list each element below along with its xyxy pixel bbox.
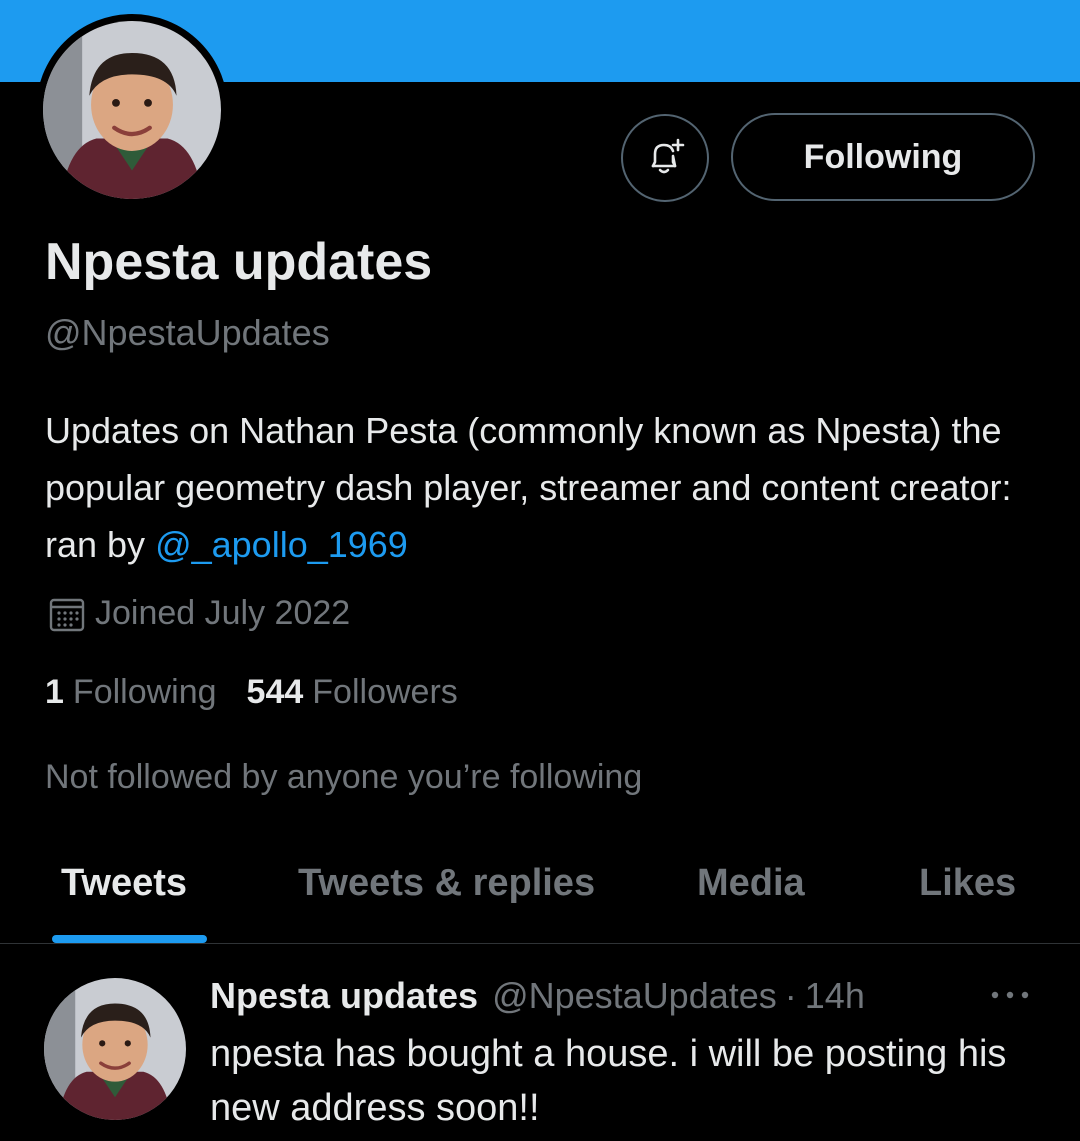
- tweet-author-avatar[interactable]: [44, 978, 186, 1120]
- tab-tweets-and-replies[interactable]: Tweets & replies: [298, 862, 595, 905]
- following-label: Following: [72, 673, 217, 711]
- avatar-photo: [44, 978, 186, 1120]
- joined-date: Joined July 2022: [48, 594, 350, 633]
- active-tab-indicator: [52, 935, 207, 943]
- followers-count: 544: [246, 673, 304, 711]
- profile-tabs: Tweets Tweets & replies Media Likes: [0, 850, 1080, 944]
- following-button[interactable]: Following: [731, 113, 1035, 201]
- notification-bell-button[interactable]: [621, 114, 709, 202]
- tab-media[interactable]: Media: [697, 862, 805, 905]
- followers-count-link[interactable]: 544 Followers: [247, 673, 458, 712]
- follow-counts: 1 Following 544 Followers: [45, 673, 488, 712]
- joined-text: Joined July 2022: [95, 594, 351, 632]
- notification-bell-plus-icon: [651, 138, 685, 174]
- tab-likes[interactable]: Likes: [919, 862, 1016, 905]
- tweet-author-handle[interactable]: @NpestaUpdates: [492, 975, 777, 1017]
- profile-handle: @NpestaUpdates: [45, 312, 330, 353]
- calendar-icon: [49, 598, 85, 631]
- tweet-text: npesta has bought a house. i will be pos…: [210, 1033, 1007, 1129]
- followers-label: Followers: [312, 673, 458, 711]
- following-count-link[interactable]: 1 Following: [45, 673, 217, 712]
- tweet-separator: ·: [784, 975, 797, 1016]
- avatar-photo: [43, 21, 221, 199]
- profile-display-name: Npesta updates: [45, 233, 433, 291]
- tweet-header: Npesta updates @NpestaUpdates · 14h: [210, 975, 865, 1017]
- not-followed-notice: Not followed by anyone you’re following: [45, 758, 643, 796]
- following-count: 1: [45, 673, 64, 711]
- bio-mention-link[interactable]: @_apollo_1969: [155, 524, 408, 565]
- profile-avatar[interactable]: [36, 14, 228, 206]
- profile-bio: Updates on Nathan Pesta (commonly known …: [45, 402, 1045, 573]
- tweet-author-name[interactable]: Npesta updates: [210, 975, 478, 1017]
- tab-tweets[interactable]: Tweets: [61, 862, 187, 905]
- tweet-time[interactable]: 14h: [805, 975, 865, 1017]
- more-options-icon[interactable]: [988, 985, 1032, 1005]
